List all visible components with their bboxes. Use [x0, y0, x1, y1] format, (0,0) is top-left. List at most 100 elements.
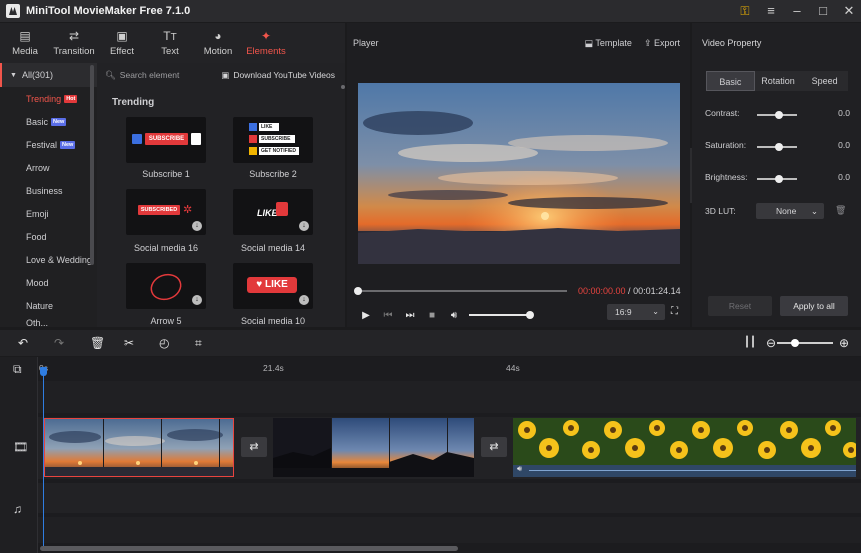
timeline-scrollbar[interactable] [40, 546, 458, 551]
volume-handle[interactable] [526, 311, 534, 319]
brightness-handle[interactable] [775, 175, 783, 183]
crop-icon[interactable]: ⌗ [195, 330, 202, 356]
speed-icon[interactable]: ◴ [159, 330, 169, 356]
tab-motion[interactable]: ◕ Motion [194, 23, 242, 63]
bell-icon [249, 147, 257, 155]
element-label: Social media 14 [240, 243, 306, 253]
export-icon: ⇪ [643, 37, 654, 48]
play-icon[interactable]: ▶ [355, 310, 377, 321]
clip-thumbnail [45, 419, 233, 476]
minimize-icon[interactable]: – [791, 0, 803, 22]
next-frame-icon[interactable]: ⏭ [399, 310, 421, 321]
add-track-icon[interactable]: ⧉ [13, 362, 22, 377]
music-track[interactable] [38, 483, 861, 513]
tab-effect[interactable]: ▣ Effect [98, 23, 146, 63]
category-scrollbar[interactable] [90, 65, 94, 265]
download-icon[interactable]: ↓ [192, 221, 202, 231]
export-button[interactable]: ⇪ Export [644, 38, 680, 49]
section-title: Trending [112, 97, 155, 108]
saturation-row: Saturation: 0.0 [705, 140, 850, 154]
category-food[interactable]: Food [0, 225, 97, 248]
category-trending[interactable]: Trending Hot [0, 87, 97, 110]
sunset-preview-image [358, 83, 680, 264]
element-thumb-subscribe-1[interactable]: SUBSCRIBE [126, 117, 206, 163]
category-festival[interactable]: Festival New [0, 133, 97, 156]
category-nature[interactable]: Nature [0, 294, 97, 317]
title-bar: MiniTool MovieMaker Free 7.1.0 ⚿ ≡ – □ ✕ [0, 0, 861, 22]
download-icon[interactable]: ↓ [299, 295, 309, 305]
volume-icon[interactable]: 🔊︎ [443, 310, 465, 321]
youtube-download-link[interactable]: ▣ Download YouTube Videos [221, 70, 335, 81]
zoom-handle[interactable] [791, 339, 799, 347]
video-clip-sunset-2[interactable] [273, 418, 474, 477]
element-scroll-indicator[interactable] [341, 85, 345, 89]
category-emoji[interactable]: Emoji [0, 202, 97, 225]
reset-button[interactable]: Reset [708, 296, 772, 316]
transition-slot[interactable]: ⇄ [481, 437, 507, 457]
close-icon[interactable]: ✕ [843, 0, 855, 22]
trash-icon[interactable]: 🗑︎ [835, 205, 846, 216]
time-separator: / [625, 286, 634, 296]
zoom-out-icon[interactable]: ⊖ [766, 330, 776, 356]
transition-slot[interactable]: ⇄ [241, 437, 267, 457]
tab-text[interactable]: TT Text [146, 23, 194, 63]
audio-icon[interactable]: 🔊︎ [517, 464, 522, 474]
saturation-handle[interactable] [775, 143, 783, 151]
category-all[interactable]: ▼ All(301) [0, 63, 97, 87]
category-basic[interactable]: Basic New [0, 110, 97, 133]
progress-handle[interactable] [354, 287, 362, 295]
aspect-ratio-select[interactable]: 16:9 ⌄ [607, 304, 665, 320]
video-clip-sunset-1[interactable] [44, 418, 234, 477]
previous-frame-icon[interactable]: ⏮ [377, 310, 399, 321]
tab-elements[interactable]: ✦ Elements [242, 23, 290, 63]
video-clip-sunflower[interactable]: 🔊︎ [513, 418, 856, 477]
element-thumb-social-media-14[interactable]: LIKE ↓ [233, 189, 313, 235]
delete-icon[interactable]: 🗑︎ [90, 330, 105, 356]
extra-track[interactable] [38, 517, 861, 543]
undo-icon[interactable]: ↶ [18, 330, 28, 356]
tab-transition[interactable]: ⇄ Transition [50, 23, 98, 63]
key-icon[interactable]: ⚿ [739, 0, 751, 22]
element-thumb-arrow-5[interactable]: ↓ [126, 263, 206, 309]
like-heart-art: ♥ LIKE [247, 277, 297, 293]
element-thumb-social-media-16[interactable]: SUBSCRIBED ✲ ↓ [126, 189, 206, 235]
like-art: LIKE [264, 279, 288, 290]
category-love-wedding[interactable]: Love & Wedding [0, 248, 97, 271]
template-button[interactable]: ⬓ Template [585, 38, 632, 49]
element-thumb-subscribe-2[interactable]: LIKE SUBSCRIBE GET NOTIFIED [233, 117, 313, 163]
maximize-icon[interactable]: □ [817, 0, 829, 22]
download-icon[interactable]: ↓ [192, 295, 202, 305]
menu-icon[interactable]: ≡ [765, 0, 777, 22]
contrast-handle[interactable] [775, 111, 783, 119]
playhead[interactable] [40, 367, 47, 551]
tab-speed[interactable]: Speed [801, 71, 849, 91]
overlay-track[interactable] [38, 381, 861, 413]
video-preview[interactable] [358, 83, 680, 264]
playback-progress-bar[interactable] [354, 287, 567, 295]
search-input[interactable]: Search element [120, 70, 180, 80]
aspect-ratio-value: 16:9 [615, 307, 632, 317]
category-business[interactable]: Business [0, 179, 97, 202]
split-icon[interactable]: ✂ [124, 330, 134, 356]
stop-icon[interactable]: ■ [421, 310, 443, 321]
motion-icon: ◕ [214, 29, 222, 43]
tab-media[interactable]: ▤ Media [0, 23, 50, 63]
tab-basic[interactable]: Basic [706, 71, 755, 91]
element-thumb-social-media-10[interactable]: ♥ LIKE ↓ [233, 263, 313, 309]
playhead-handle[interactable] [40, 367, 47, 376]
timeline-ruler[interactable]: 0s 21.4s 44s [38, 357, 861, 381]
category-arrow[interactable]: Arrow [0, 156, 97, 179]
lut-select[interactable]: None ⌄ [756, 203, 824, 219]
fullscreen-icon[interactable]: ⛶ [671, 306, 678, 317]
download-icon[interactable]: ↓ [299, 221, 309, 231]
timeline-zoom-slider[interactable] [777, 339, 833, 347]
zoom-in-icon[interactable]: ⊕ [839, 330, 849, 356]
redo-icon[interactable]: ↷ [54, 330, 64, 356]
category-other[interactable]: Oth... [0, 317, 97, 329]
apply-to-all-button[interactable]: Apply to all [780, 296, 848, 316]
category-mood[interactable]: Mood [0, 271, 97, 294]
volume-slider[interactable] [469, 311, 534, 319]
fit-timeline-icon[interactable]: ┃┃ [744, 330, 756, 356]
tab-rotation[interactable]: Rotation [754, 71, 802, 91]
element-label: Social media 16 [133, 243, 199, 253]
